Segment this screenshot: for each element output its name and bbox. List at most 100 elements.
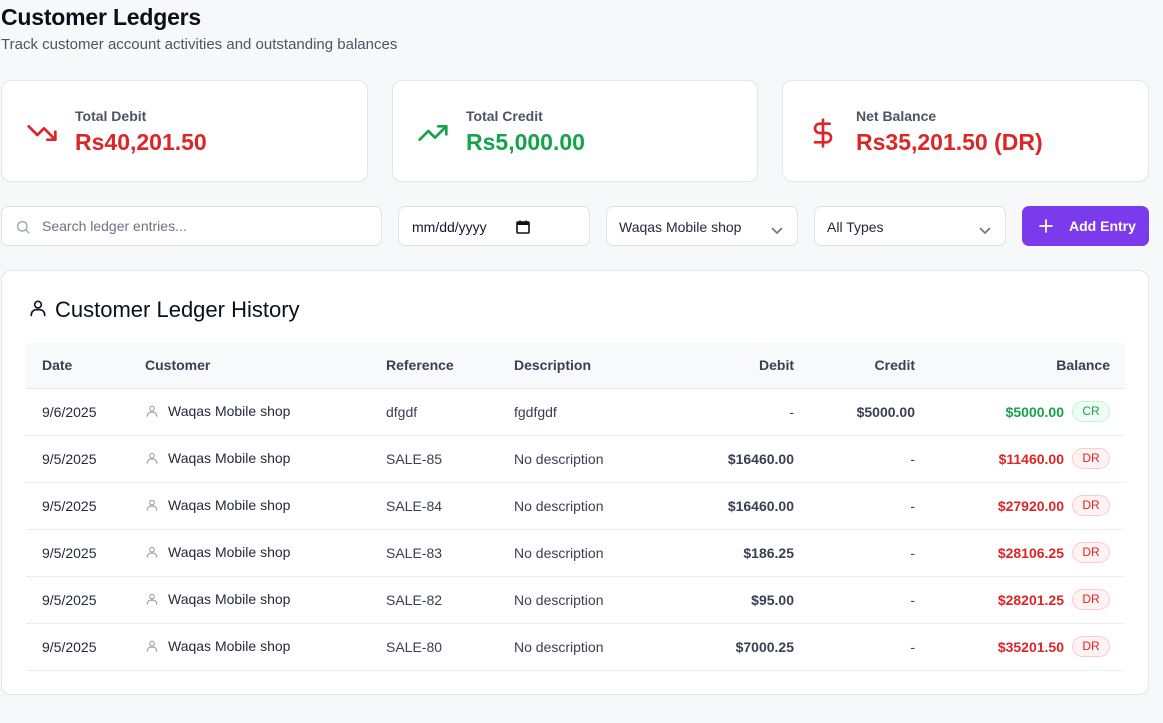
table-row[interactable]: 9/5/2025 Waqas Mobile shop SALE-80 No descr… [26, 623, 1125, 671]
cell-customer: Waqas Mobile shop [145, 388, 386, 436]
cell-customer: Waqas Mobile shop [145, 623, 386, 671]
cell-credit: $5000.00 [794, 388, 915, 436]
cell-debit: - [644, 388, 794, 436]
cell-balance: $5000.00 CR [915, 388, 1125, 436]
cell-description: No description [514, 576, 644, 624]
panel-title: Customer Ledger History [55, 297, 300, 322]
column-header-date[interactable]: Date [26, 343, 145, 389]
column-header-customer[interactable]: Customer [145, 343, 386, 389]
total-credit-card: Total Credit Rs5,000.00 [392, 80, 758, 182]
column-header-credit[interactable]: Credit [794, 343, 915, 389]
date-picker[interactable]: mm/dd/yyyy [398, 206, 590, 246]
trending-down-icon [26, 117, 58, 149]
cell-credit: - [794, 435, 915, 483]
customer-name: Waqas Mobile shop [168, 543, 291, 560]
page-subtitle: Track customer account activities and ou… [1, 36, 398, 53]
cell-debit: $16460.00 [644, 435, 794, 483]
cell-credit: - [794, 482, 915, 530]
search-box[interactable] [1, 206, 382, 246]
cell-description: No description [514, 482, 644, 530]
customer-name: Waqas Mobile shop [168, 496, 291, 513]
cell-description: No description [514, 529, 644, 577]
total-debit-value: Rs40,201.50 [75, 129, 207, 155]
add-entry-button[interactable]: Add Entry [1022, 206, 1149, 246]
balance-amount: $35201.50 [997, 638, 1064, 655]
table-row[interactable]: 9/5/2025 Waqas Mobile shop SALE-85 No descr… [26, 435, 1125, 483]
cell-reference: SALE-82 [386, 576, 514, 624]
cell-balance: $28106.25 DR [915, 529, 1125, 577]
cell-credit: - [794, 529, 915, 577]
cell-date: 9/6/2025 [26, 388, 145, 436]
balance-amount: $27920.00 [997, 497, 1064, 514]
total-debit-card: Total Debit Rs40,201.50 [1, 80, 368, 182]
balance-amount: $5000.00 [1005, 403, 1064, 420]
user-icon [28, 298, 48, 323]
balance-amount: $11460.00 [998, 450, 1064, 467]
cell-debit: $16460.00 [644, 482, 794, 530]
customer-select[interactable]: Waqas Mobile shop [606, 206, 798, 246]
column-header-balance[interactable]: Balance [915, 343, 1125, 389]
customer-name: Waqas Mobile shop [168, 449, 291, 466]
table-row[interactable]: 9/6/2025 Waqas Mobile shop dfgdf fgdfgdf - $5… [26, 388, 1125, 436]
ledger-table: Date Customer Reference Description Debi… [26, 343, 1125, 671]
cell-customer: Waqas Mobile shop [145, 482, 386, 530]
trending-up-icon [417, 117, 449, 149]
ledger-table-body: 9/6/2025 Waqas Mobile shop dfgdf fgdfgdf - $5… [26, 388, 1125, 671]
customer-ledgers-page: Customer Ledgers Track customer account … [0, 0, 1163, 723]
cell-reference: dfgdf [386, 388, 514, 436]
cell-balance: $27920.00 DR [915, 482, 1125, 530]
cell-date: 9/5/2025 [26, 529, 145, 577]
dollar-icon [807, 117, 839, 149]
cell-description: No description [514, 435, 644, 483]
user-icon [145, 498, 159, 512]
cell-date: 9/5/2025 [26, 576, 145, 624]
cell-balance: $28201.25 DR [915, 576, 1125, 624]
balance-type-badge: DR [1072, 636, 1110, 657]
user-icon [145, 404, 159, 418]
customer-name: Waqas Mobile shop [168, 402, 291, 419]
customer-name: Waqas Mobile shop [168, 590, 291, 607]
user-icon [145, 545, 159, 559]
table-row[interactable]: 9/5/2025 Waqas Mobile shop SALE-83 No descr… [26, 529, 1125, 577]
table-row[interactable]: 9/5/2025 Waqas Mobile shop SALE-82 No descr… [26, 576, 1125, 624]
plus-icon [1039, 219, 1053, 236]
balance-type-badge: DR [1072, 589, 1110, 610]
column-header-reference[interactable]: Reference [386, 343, 514, 389]
search-icon [15, 219, 31, 238]
cell-date: 9/5/2025 [26, 482, 145, 530]
add-entry-label: Add Entry [1069, 218, 1136, 234]
date-input[interactable]: mm/dd/yyyy [412, 219, 487, 235]
table-row[interactable]: 9/5/2025 Waqas Mobile shop SALE-84 No descr… [26, 482, 1125, 530]
column-header-debit[interactable]: Debit [644, 343, 794, 389]
net-balance-card: Net Balance Rs35,201.50 (DR) [782, 80, 1149, 182]
table-header-row: Date Customer Reference Description Debi… [26, 343, 1125, 389]
cell-customer: Waqas Mobile shop [145, 576, 386, 624]
cell-reference: SALE-80 [386, 623, 514, 671]
user-icon [145, 639, 159, 653]
user-icon [145, 451, 159, 465]
column-header-description[interactable]: Description [514, 343, 644, 389]
balance-amount: $28106.25 [997, 544, 1064, 561]
total-credit-label: Total Credit [466, 108, 543, 124]
chevron-down-icon [979, 222, 991, 238]
search-input[interactable] [42, 215, 372, 237]
cell-balance: $11460.00 DR [915, 435, 1125, 483]
cell-date: 9/5/2025 [26, 623, 145, 671]
chevron-down-icon [771, 222, 783, 238]
user-icon [145, 592, 159, 606]
cell-debit: $7000.25 [644, 623, 794, 671]
cell-date: 9/5/2025 [26, 435, 145, 483]
customer-name: Waqas Mobile shop [168, 637, 291, 654]
balance-type-badge: DR [1072, 448, 1110, 469]
calendar-icon[interactable] [516, 220, 530, 237]
total-credit-value: Rs5,000.00 [466, 129, 585, 155]
type-select-value: All Types [827, 219, 884, 235]
balance-type-badge: DR [1072, 542, 1110, 563]
cell-description: No description [514, 623, 644, 671]
cell-description: fgdfgdf [514, 388, 644, 436]
page-title: Customer Ledgers [1, 4, 202, 30]
cell-debit: $186.25 [644, 529, 794, 577]
total-debit-label: Total Debit [75, 108, 147, 124]
cell-reference: SALE-84 [386, 482, 514, 530]
type-select[interactable]: All Types [814, 206, 1006, 246]
